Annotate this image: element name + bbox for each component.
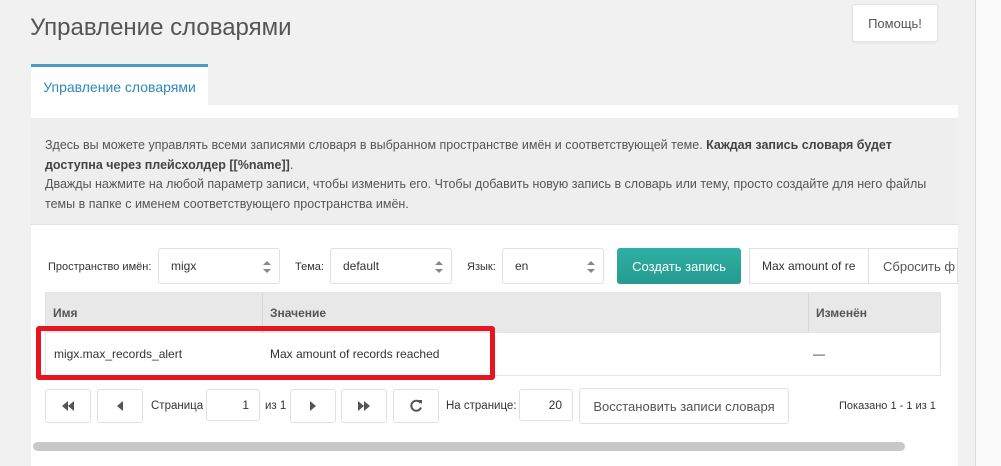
refresh-icon — [410, 399, 422, 412]
tab-lexicon-management[interactable]: Управление словарями — [31, 64, 208, 106]
horizontal-scrollbar[interactable] — [33, 442, 905, 451]
help-button[interactable]: Помощь! — [852, 4, 938, 42]
select-arrows-icon — [435, 261, 443, 273]
highlight-box — [36, 326, 495, 380]
next-page-icon — [310, 401, 316, 411]
namespace-value: migx — [171, 259, 197, 273]
language-select[interactable]: en — [502, 248, 604, 284]
select-arrows-icon — [263, 261, 271, 273]
previous-page-button[interactable] — [97, 389, 143, 423]
last-page-button[interactable] — [341, 389, 387, 423]
description-text: Здесь вы можете управлять всеми записями… — [45, 138, 707, 152]
page-title: Управление словарями — [30, 14, 292, 41]
namespace-select[interactable]: migx — [158, 248, 280, 284]
next-page-button[interactable] — [290, 389, 336, 423]
page-count-label: из 1 — [265, 400, 287, 412]
refresh-button[interactable] — [393, 389, 439, 423]
window-scrollbar[interactable] — [975, 0, 1001, 466]
namespace-label: Пространство имён: — [48, 261, 152, 273]
select-arrows-icon — [587, 261, 595, 273]
language-label: Язык: — [467, 261, 496, 273]
column-header-modified[interactable]: Изменён — [809, 293, 939, 333]
reset-filter-button[interactable]: Сбросить ф — [868, 248, 958, 284]
first-page-icon — [62, 401, 74, 411]
theme-value: default — [343, 259, 380, 273]
theme-select[interactable]: default — [330, 248, 452, 284]
page-number-input[interactable]: 1 — [206, 389, 260, 421]
create-entry-button[interactable]: Создать запись — [617, 248, 741, 284]
description-instructions: Дважды нажмите на любой параметр записи,… — [45, 177, 927, 211]
search-input[interactable]: Max amount of re — [749, 248, 868, 284]
page-label: Страница — [151, 400, 204, 412]
description-period: . — [289, 157, 294, 172]
shown-count-label: Показано 1 - 1 из 1 — [839, 400, 936, 412]
cell-modified[interactable]: — — [813, 333, 825, 375]
last-page-icon — [358, 401, 370, 411]
per-page-label: На странице: — [446, 400, 517, 412]
description-box: Здесь вы можете управлять всеми записями… — [31, 118, 958, 225]
per-page-input[interactable]: 20 — [519, 389, 573, 421]
previous-page-icon — [117, 401, 123, 411]
theme-label: Тема: — [295, 261, 324, 273]
first-page-button[interactable] — [45, 389, 91, 423]
language-value: en — [515, 259, 529, 273]
restore-entries-button[interactable]: Восстановить записи словаря — [579, 388, 789, 424]
